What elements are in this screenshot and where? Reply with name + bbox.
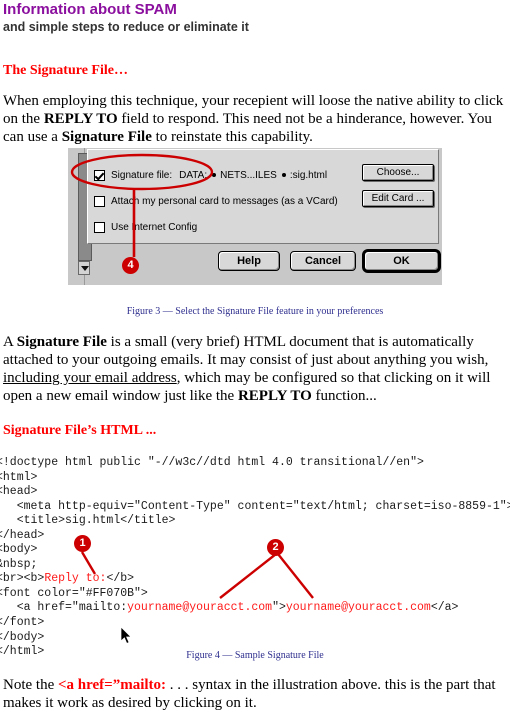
path-segment-file: :sig.html [289,169,328,181]
code-block-sample-signature-file: <!doctype html public "-//w3c//dtd html … [0,456,510,660]
ok-button[interactable]: OK [364,251,439,271]
intro-bold-signature-file: Signature File [61,129,152,145]
code-line: <head> [0,485,38,499]
paragraph-signature-file: A Signature File is a small (very brief)… [3,333,505,405]
scroll-down-arrow-icon[interactable] [78,261,90,275]
code-text: <a href="mailto: [0,601,128,615]
code-line: &nbsp; [0,557,38,571]
path-segment-folder: NETS...ILES [220,169,277,181]
code-highlight: yourname@youracct.com [127,601,273,615]
callout-badge-2: 2 [267,539,284,556]
code-line: <!doctype html public "-//w3c//dtd html … [0,456,424,469]
page-title: Information about SPAM [3,1,177,18]
note-redbold-mailto: <a href=”mailto: [57,677,167,693]
code-text: "> [272,601,286,615]
label-signature-file: Signature file: [111,169,173,181]
sigfile-underline-email-address: including your email address [3,370,177,386]
sigfile-text-4: function... [311,388,377,404]
label-use-internet-config: Use Internet Config [111,221,198,233]
dialog-row-vcard[interactable]: Attach my personal card to messages (as … [94,192,345,210]
code-line: <font color="#FF070B"> [0,586,148,600]
code-highlight: Reply to: [44,572,107,586]
intro-text-3: to reinstate this capability. [151,129,313,145]
edit-card-button[interactable]: Edit Card ... [362,190,434,207]
code-text: </a> [430,601,459,615]
code-text: <br><b> [0,572,45,586]
dialog-options-panel: Signature file: DATA: NETS...ILES :sig.h… [87,149,439,244]
caption-figure-4: Figure 4 — Sample Signature File [186,650,324,661]
heading-signature-file-html: Signature File’s HTML ... [3,423,157,438]
checkbox-use-internet-config[interactable] [94,221,105,233]
note-text-1: Note the [3,677,58,693]
code-line: <br><b>Reply to:</b> [0,572,510,587]
paragraph-note: Note the <a href=”mailto: . . . syntax i… [3,676,505,712]
checkbox-attach-vcard[interactable] [94,195,105,207]
document-header: Information about SPAM and simple steps … [3,1,503,35]
code-text: </b> [106,572,135,586]
cancel-button[interactable]: Cancel [290,251,356,271]
code-line: </font> [0,616,45,630]
dialog-row-internet-config[interactable]: Use Internet Config [94,218,204,236]
sigfile-text-1: A [3,334,17,350]
code-line: <a href="mailto:yourname@youracct.com">y… [0,601,510,616]
label-attach-vcard: Attach my personal card to messages (as … [111,195,338,207]
code-highlight: yourname@youracct.com [285,601,431,615]
path-separator-dot-icon [281,172,286,177]
sigfile-bold-reply-to: REPLY TO [237,388,312,404]
mouse-cursor-icon [121,627,132,644]
figure-preferences-dialog: Signature file: DATA: NETS...ILES :sig.h… [60,145,442,287]
path-separator-dot-icon [212,172,217,177]
intro-bold-reply-to: REPLY TO [43,111,118,127]
page-subtitle: and simple steps to reduce or eliminate … [3,20,249,34]
window-scrollbar[interactable] [68,148,92,285]
help-button[interactable]: Help [218,251,280,271]
path-segment-volume: DATA: [179,169,208,181]
callout-badge-1: 1 [74,535,91,552]
code-line: <title>sig.html</title> [0,514,176,528]
code-line: <meta http-equiv="Content-Type" content=… [0,499,510,513]
chevron-down-icon [81,266,89,271]
code-line: <html> [0,470,38,484]
sigfile-bold-signature-file: Signature File [16,334,107,350]
choose-button[interactable]: Choose... [362,164,434,181]
caption-figure-3: Figure 3 — Select the Signature File fea… [126,306,384,317]
callout-badge-4: 4 [122,257,139,274]
dialog-row-signature-file[interactable]: Signature file: DATA: NETS...ILES :sig.h… [94,166,331,184]
heading-signature-file: The Signature File… [3,63,128,78]
checkbox-signature-file[interactable] [94,169,105,181]
code-line: </body> [0,630,45,644]
paragraph-intro: When employing this technique, your rece… [3,92,505,146]
